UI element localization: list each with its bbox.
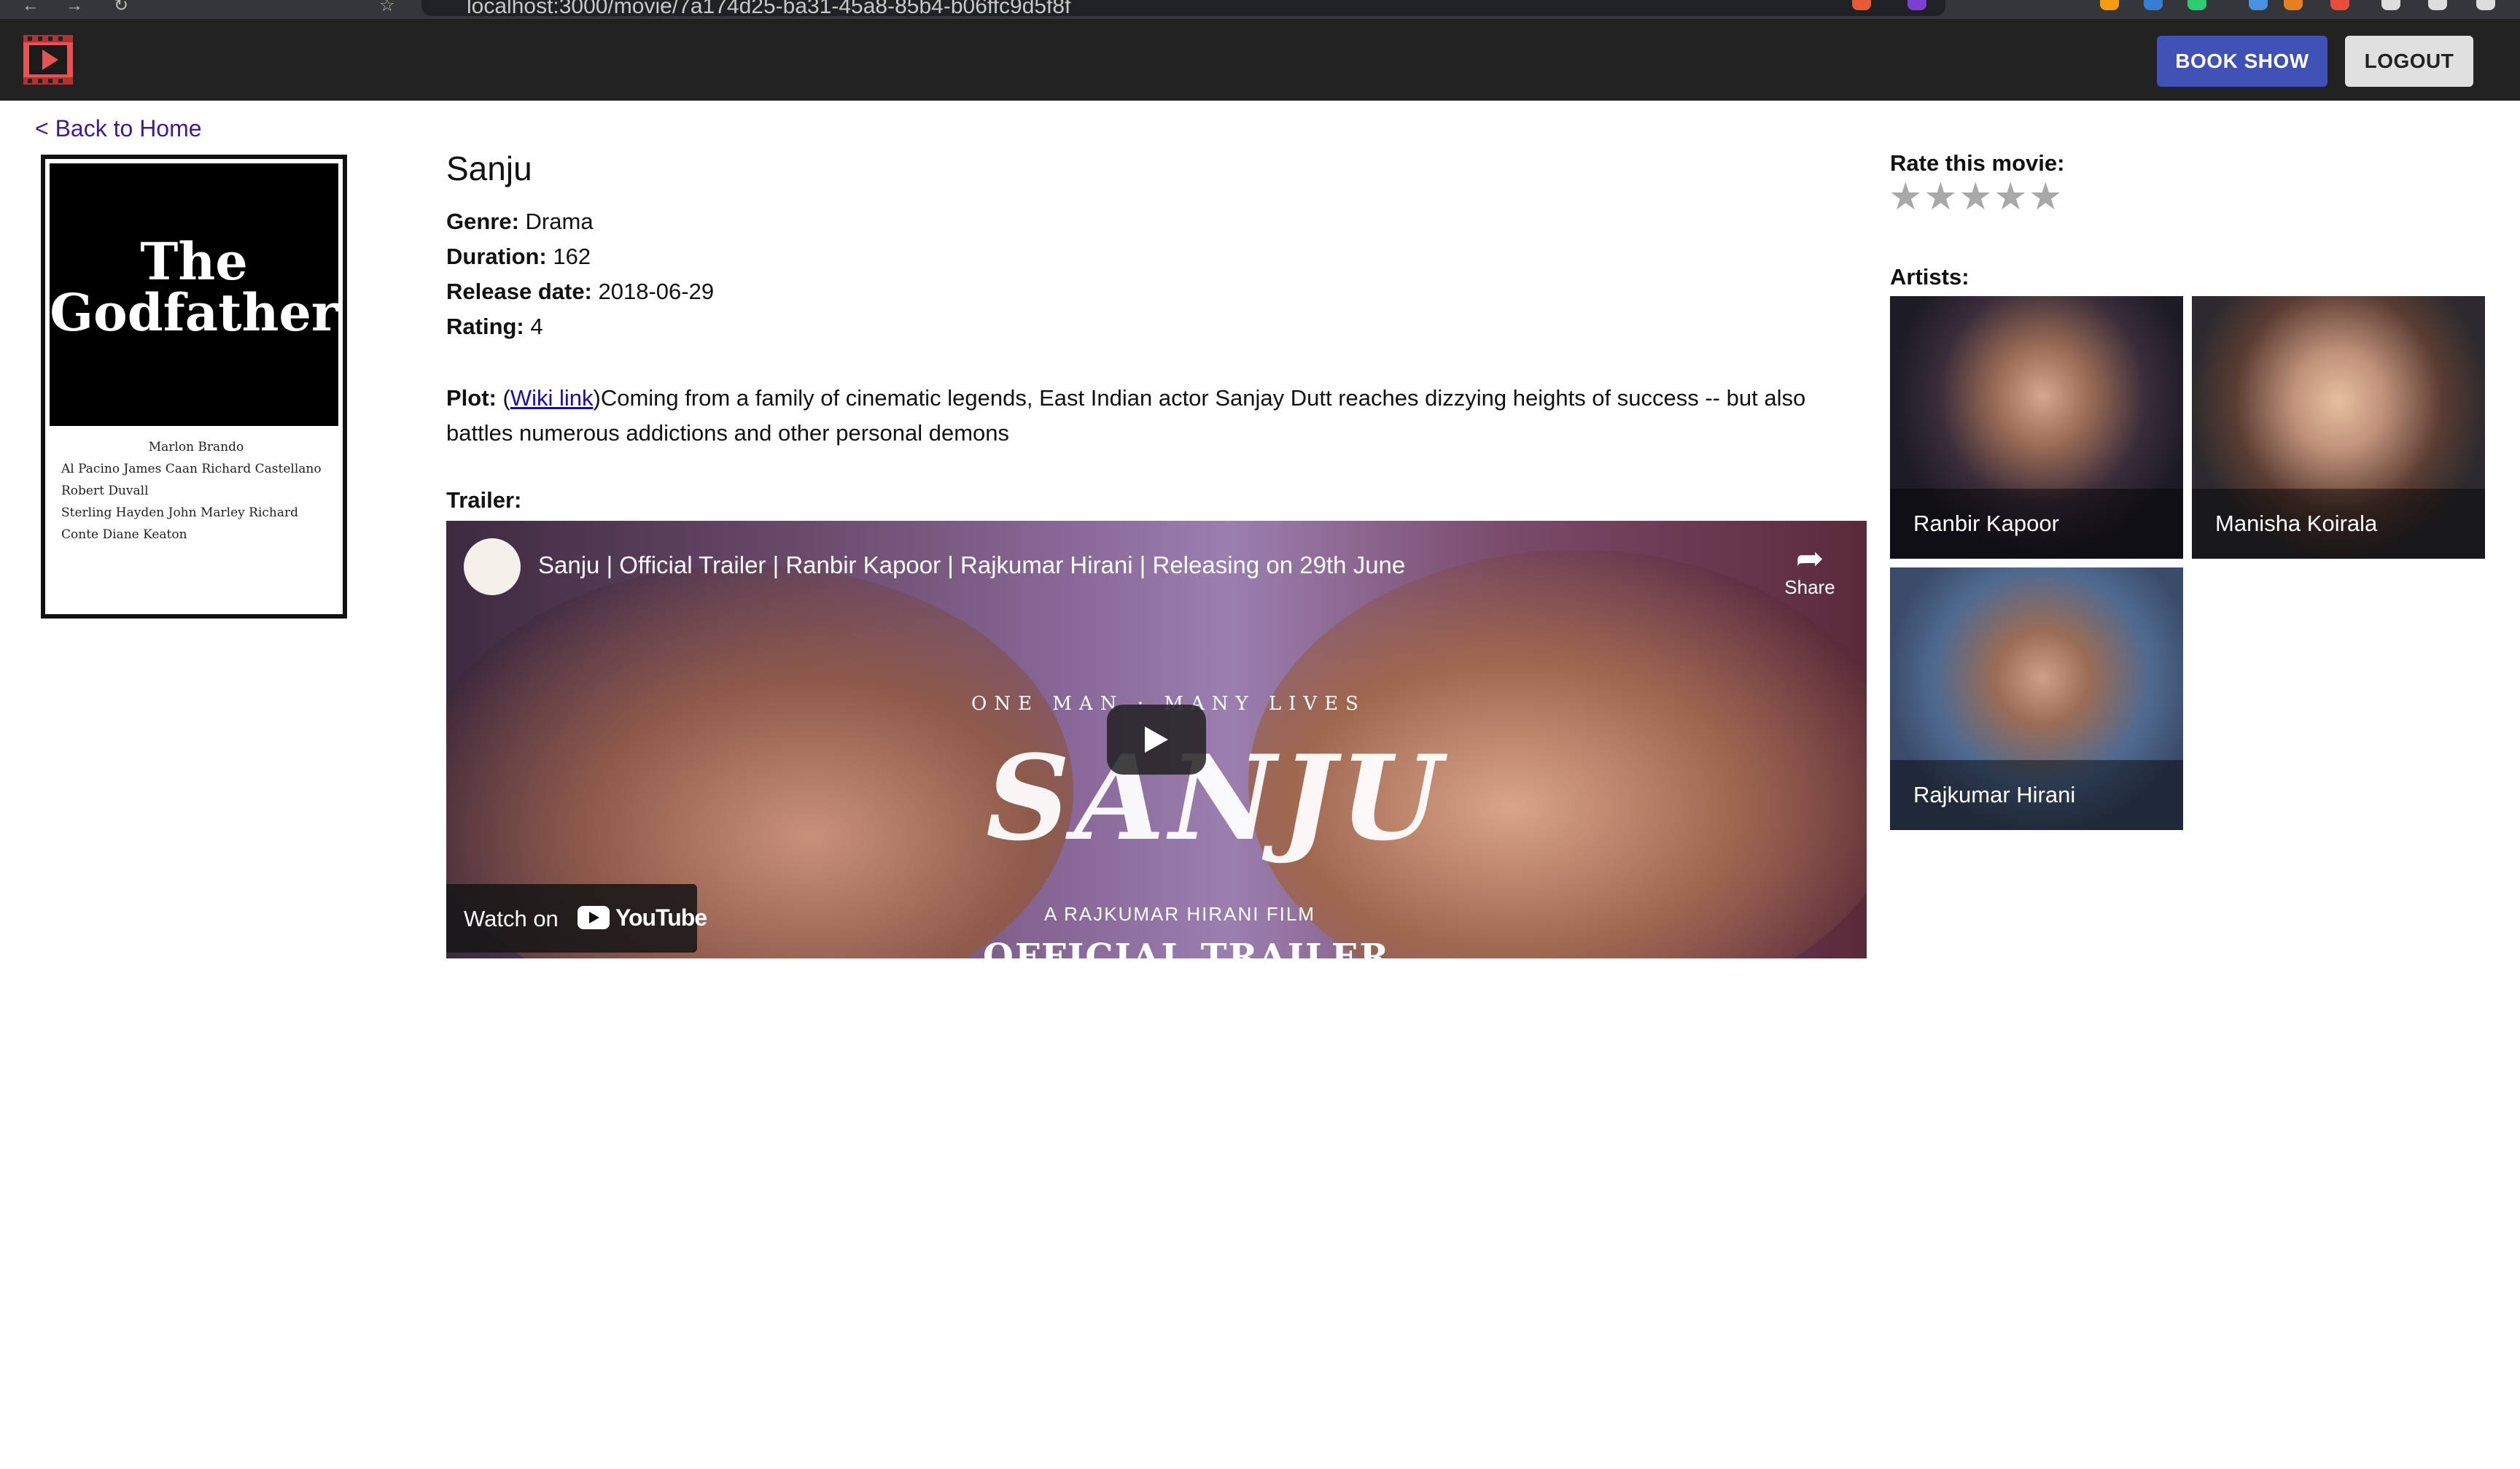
bookmark-icon[interactable]: ☆ [379,0,401,15]
menu-icon[interactable] [2476,0,2495,10]
extension-icon[interactable] [2144,0,2163,10]
extension-icon[interactable] [1908,0,1926,10]
extension-icon[interactable] [2188,0,2206,10]
artist-name: Ranbir Kapoor [1913,511,2059,536]
back-arrow-icon[interactable]: ← [22,0,44,15]
artists-label: Artists: [1890,264,1969,290]
artist-name: Manisha Koirala [2215,511,2378,536]
forward-arrow-icon[interactable]: → [66,0,88,15]
share-label: Share [1784,576,1835,598]
window-icon[interactable] [2428,0,2447,10]
video-title[interactable]: Sanju | Official Trailer | Ranbir Kapoor… [538,551,1405,579]
book-show-button[interactable]: BOOK SHOW [2157,36,2328,87]
reload-icon[interactable]: ↻ [114,0,136,15]
browser-toolbar: ← → ↻ ☆ localhost:3000/movie/7a174d25-ba… [0,0,2520,19]
poster-credit-line: Marlon Brando [148,440,244,454]
watch-on-label: Watch on [464,906,559,931]
poster-title: The Godfather [50,231,338,343]
share-icon: ➦ [1795,539,1824,577]
trailer-label: Trailer: [446,487,522,513]
plot-paragraph: Plot: (Wiki link)Coming from a family of… [446,385,1806,446]
plot-label: Plot: [446,385,497,411]
artist-card[interactable]: Ranbir Kapoor [1890,296,2183,559]
artist-card[interactable]: Manisha Koirala [2192,296,2485,559]
share-button[interactable]: ➦ Share [1773,540,1846,599]
youtube-logo-icon [578,906,610,929]
artist-name: Rajkumar Hirani [1913,782,2076,807]
wiki-link[interactable]: Wiki link [510,385,594,411]
movie-poster: The Godfather Marlon Brando Al Pacino Ja… [41,155,347,619]
poster-artwork: The Godfather [50,163,338,426]
rating-field: Rating: 4 [446,314,543,340]
puzzle-icon[interactable] [2381,0,2400,10]
poster-credit-line: Al Pacino James Caan Richard Castellano … [61,462,322,498]
star-icon[interactable]: ★ [1994,178,2029,216]
genre-label: Genre: [446,209,519,234]
star-icon[interactable]: ★ [1924,178,1959,216]
extension-icon[interactable] [2284,0,2303,10]
release-date-field: Release date: 2018-06-29 [446,279,714,305]
thumbnail-director-credit: A RAJKUMAR HIRANI FILM [1044,903,1315,925]
rating-value: 4 [530,314,543,339]
extension-icon[interactable] [2249,0,2268,10]
extension-icon[interactable] [2330,0,2349,10]
movie-title: Sanju [446,150,532,187]
thumbnail-title: SANJU [986,729,1447,867]
poster-credits: Marlon Brando Al Pacino James Caan Richa… [61,436,331,546]
back-to-home-link[interactable]: < Back to Home [35,115,202,142]
plot-text: Coming from a family of cinematic legend… [446,385,1806,446]
thumbnail-overlay-text: OFFICIAL TRAILER [983,937,1391,958]
logout-button[interactable]: LOGOUT [2345,36,2473,87]
star-icon[interactable]: ★ [1959,178,1994,216]
channel-avatar-icon[interactable] [464,538,521,595]
star-icon[interactable]: ★ [2029,178,2064,216]
duration-label: Duration: [446,244,547,269]
star-rating[interactable]: ★ ★ ★ ★ ★ [1889,178,2064,216]
duration-value: 162 [553,244,591,269]
star-icon[interactable]: ★ [1889,178,1924,216]
trailer-video[interactable]: Sanju | Official Trailer | Ranbir Kapoor… [446,521,1867,958]
duration-field: Duration: 162 [446,244,591,270]
film-logo-icon[interactable] [23,35,73,85]
poster-credit-line: Sterling Hayden John Marley Richard Cont… [61,505,299,542]
extension-icon[interactable] [2100,0,2119,10]
youtube-wordmark: YouTube [615,904,707,931]
rate-movie-label: Rate this movie: [1890,150,2065,176]
watch-on-youtube-button[interactable]: Watch on YouTube [446,884,707,953]
genre-value: Drama [525,209,594,234]
release-date-label: Release date: [446,279,592,304]
play-button[interactable] [1107,705,1206,775]
rating-label: Rating: [446,314,524,339]
play-icon [1145,726,1168,753]
artist-card[interactable]: Rajkumar Hirani [1890,567,2183,830]
app-header: BOOK SHOW LOGOUT [0,19,2520,101]
extension-icon[interactable] [1852,0,1871,10]
address-bar-url[interactable]: localhost:3000/movie/7a174d25-ba31-45a8-… [467,0,1070,19]
release-date-value: 2018-06-29 [598,279,715,304]
genre-field: Genre: Drama [446,209,594,235]
